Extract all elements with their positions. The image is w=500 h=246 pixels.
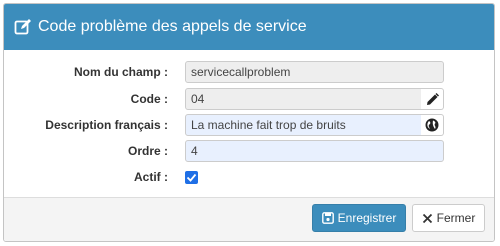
row-description-fr: Description français : La machine fait t… [4,114,494,136]
row-order: Ordre : 4 [4,140,494,162]
description-fr-input[interactable]: La machine fait trop de bruits [185,114,422,136]
pencil-icon [426,92,439,106]
modal-dialog: Code problème des appels de service Nom … [3,3,495,242]
edit-icon [14,18,32,36]
order-input[interactable]: 4 [185,140,444,162]
close-button-label: Fermer [436,211,476,225]
row-code: Code : 04 [4,88,494,110]
globe-icon [425,118,439,132]
code-input[interactable]: 04 [185,88,422,110]
order-label: Ordre : [127,144,168,158]
save-icon [321,212,334,224]
modal-header: Code problème des appels de service [4,4,494,50]
field-name-input[interactable]: servicecallproblem [185,61,444,83]
code-label: Code : [130,92,168,106]
close-icon [422,213,433,224]
modal-body: Nom du champ : servicecallproblem Code :… [4,50,494,198]
modal-title: Code problème des appels de service [38,18,307,35]
active-label: Actif : [134,170,168,184]
active-checkbox[interactable] [185,170,198,184]
close-button[interactable]: Fermer [412,204,485,232]
row-active: Actif : [4,166,494,188]
checkmark-icon [186,173,197,182]
save-button-label: Enregistrer [337,211,397,225]
field-name-label: Nom du champ : [73,65,168,79]
modal-footer: Enregistrer Fermer [4,197,494,241]
description-fr-label: Description français : [45,118,168,132]
row-field-name: Nom du champ : servicecallproblem [4,61,494,83]
save-button[interactable]: Enregistrer [312,204,406,232]
code-edit-button[interactable] [421,88,444,110]
translations-button[interactable] [421,114,444,136]
